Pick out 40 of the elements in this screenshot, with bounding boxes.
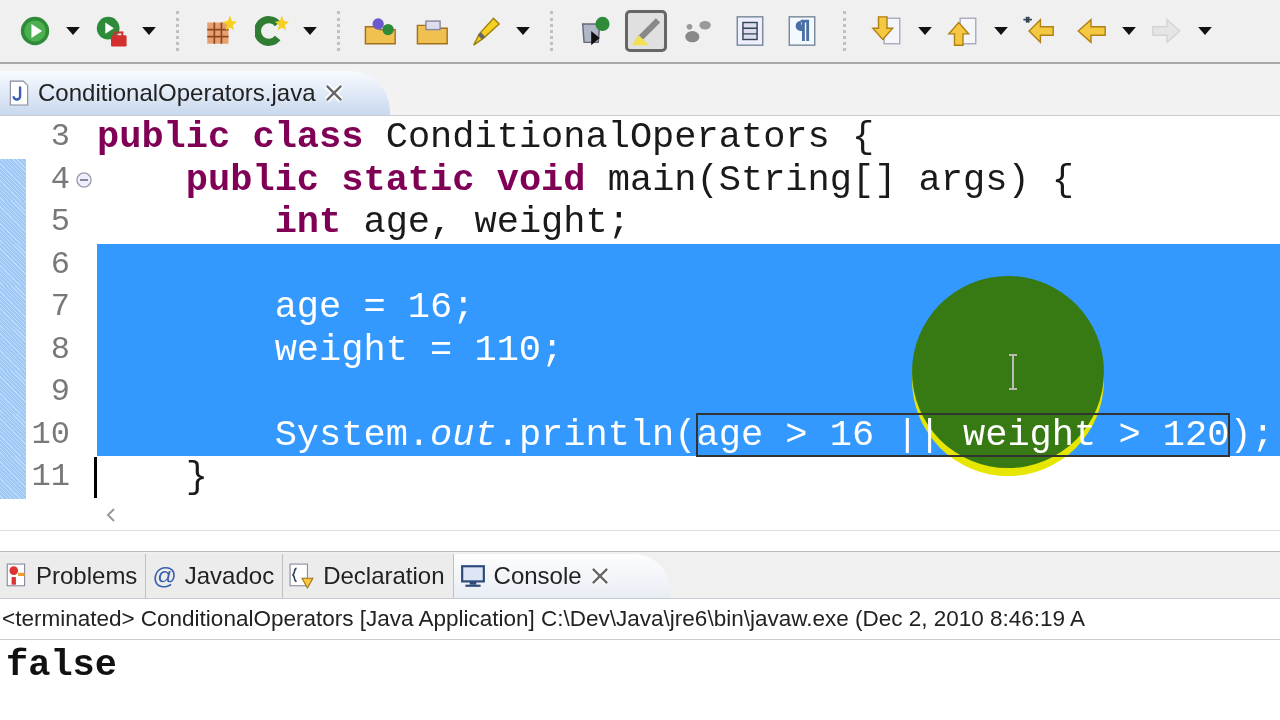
code-line: public class ConditionalOperators { [97, 116, 875, 158]
dropdown-caret-icon[interactable] [142, 27, 156, 35]
dropdown-caret-icon[interactable] [994, 27, 1008, 35]
panel-tab[interactable]: Problems [0, 554, 147, 598]
code-line: } [184, 456, 209, 498]
dropdown-caret-icon[interactable] [1198, 27, 1212, 35]
problems-icon [6, 563, 28, 589]
dropdown-caret-icon[interactable] [66, 27, 80, 35]
editor-tab[interactable]: ConditionalOperators.java [0, 71, 390, 115]
code-line: age = 16; [273, 286, 475, 328]
dropdown-caret-icon[interactable] [303, 27, 317, 35]
line-number: 9 [49, 372, 70, 412]
close-icon[interactable] [323, 83, 344, 103]
highlighter-icon[interactable] [625, 10, 667, 52]
dropdown-caret-icon[interactable] [918, 27, 932, 35]
dropdown-caret-icon[interactable] [516, 27, 530, 35]
at-sign-icon: @ [152, 562, 177, 590]
close-icon[interactable] [589, 566, 610, 586]
line-number: 3 [49, 117, 70, 157]
line-number: 6 [49, 244, 70, 285]
line-number: 8 [49, 329, 70, 370]
code-line: weight = 110; [273, 328, 564, 371]
dropdown-caret-icon[interactable] [1122, 27, 1136, 35]
java-file-icon [8, 80, 30, 106]
code-line: public static void main(String[] args) { [184, 158, 1074, 201]
monitor-icon [459, 563, 486, 589]
panel-tab[interactable]: Declaration [283, 554, 454, 598]
declaration-icon [289, 563, 316, 589]
code-line: int age, weight; [273, 201, 630, 243]
i-beam-cursor-icon [1007, 354, 1019, 390]
console-output: false [6, 644, 118, 686]
console-header: <terminated> ConditionalOperators [Java Application] C:\Dev\Java\jre6\bin\javaw.exe (Dec 2, 2010 8:46:19 A [1, 606, 1086, 632]
panel-tab[interactable]: Console [453, 554, 670, 598]
line-number: 4 [49, 159, 70, 200]
panel-tab[interactable]: @ Javadoc [146, 554, 284, 598]
line-number: 5 [49, 202, 70, 242]
line-number: 10 [30, 414, 70, 455]
collapse-icon[interactable] [75, 171, 92, 188]
line-number: 11 [30, 457, 70, 497]
line-number: 7 [49, 287, 70, 327]
